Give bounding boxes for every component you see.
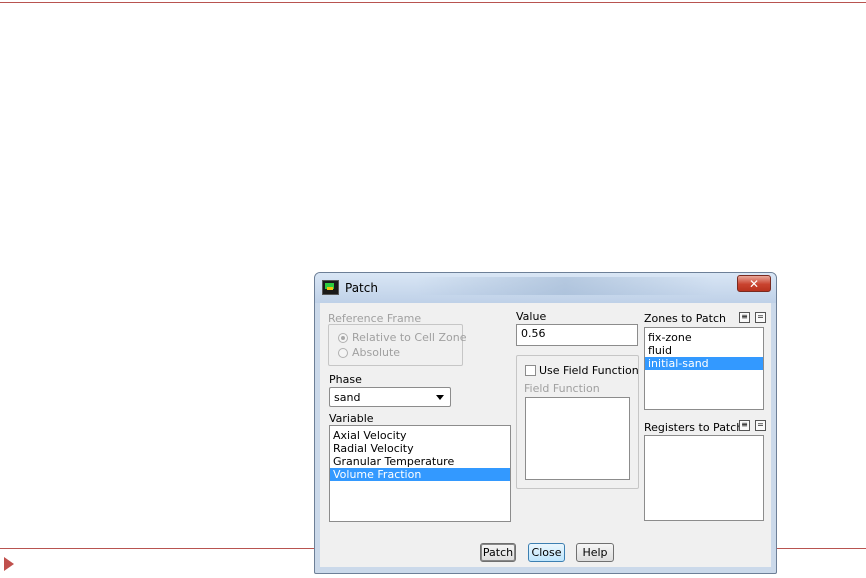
list-item[interactable]: Granular Temperature bbox=[330, 455, 510, 468]
radio-absolute[interactable] bbox=[338, 348, 348, 358]
variable-list[interactable]: Axial Velocity Radial Velocity Granular … bbox=[329, 425, 511, 522]
value-label: Value bbox=[516, 310, 547, 323]
radio-absolute-label: Absolute bbox=[352, 346, 401, 359]
list-deselect-all-icon[interactable]: = bbox=[755, 420, 766, 431]
patch-button[interactable]: Patch bbox=[480, 543, 516, 562]
phase-dropdown-value: sand bbox=[334, 391, 361, 404]
field-function-group: Use Field Function Field Function bbox=[516, 355, 639, 489]
list-item[interactable]: Axial Velocity bbox=[330, 429, 510, 442]
zones-to-patch-label: Zones to Patch bbox=[644, 312, 726, 325]
fluent-app-icon bbox=[322, 280, 339, 295]
title-bar-background-blur bbox=[415, 277, 715, 295]
radio-relative-to-cell-zone[interactable] bbox=[338, 333, 348, 343]
list-select-all-icon[interactable]: ≡ bbox=[739, 420, 750, 431]
field-function-label: Field Function bbox=[524, 382, 600, 395]
slide-top-rule bbox=[0, 2, 866, 3]
list-select-all-icon[interactable]: ≡ bbox=[739, 312, 750, 323]
use-field-function-label: Use Field Function bbox=[539, 364, 639, 377]
list-item[interactable]: Volume Fraction bbox=[330, 468, 510, 481]
phase-label: Phase bbox=[329, 373, 362, 386]
value-input[interactable]: 0.56 bbox=[516, 324, 638, 346]
registers-to-patch-label: Registers to Patch bbox=[644, 421, 744, 434]
radio-relative-label: Relative to Cell Zone bbox=[352, 331, 467, 344]
list-item[interactable]: fix-zone bbox=[645, 331, 763, 344]
field-function-list[interactable] bbox=[525, 397, 630, 480]
list-item[interactable]: initial-sand bbox=[645, 357, 763, 370]
close-button[interactable]: Close bbox=[528, 543, 565, 562]
chevron-down-icon bbox=[436, 395, 444, 400]
help-button[interactable]: Help bbox=[576, 543, 614, 562]
patch-dialog: Patch ✕ Reference Frame Relative to Cell… bbox=[314, 272, 777, 574]
zones-to-patch-list[interactable]: fix-zone fluid initial-sand bbox=[644, 327, 764, 410]
list-item[interactable]: fluid bbox=[645, 344, 763, 357]
registers-to-patch-list[interactable] bbox=[644, 435, 764, 521]
variable-label: Variable bbox=[329, 412, 374, 425]
reference-frame-group: Relative to Cell Zone Absolute bbox=[328, 324, 467, 366]
slide-arrow-icon bbox=[4, 557, 14, 571]
dialog-client-area: Reference Frame Relative to Cell Zone Ab… bbox=[320, 303, 771, 567]
list-deselect-all-icon[interactable]: = bbox=[755, 312, 766, 323]
title-bar[interactable]: Patch ✕ bbox=[315, 273, 776, 303]
use-field-function-checkbox[interactable] bbox=[525, 365, 536, 376]
window-title: Patch bbox=[345, 281, 378, 295]
close-window-button[interactable]: ✕ bbox=[737, 275, 771, 292]
phase-dropdown[interactable]: sand bbox=[329, 387, 451, 407]
list-item[interactable]: Radial Velocity bbox=[330, 442, 510, 455]
